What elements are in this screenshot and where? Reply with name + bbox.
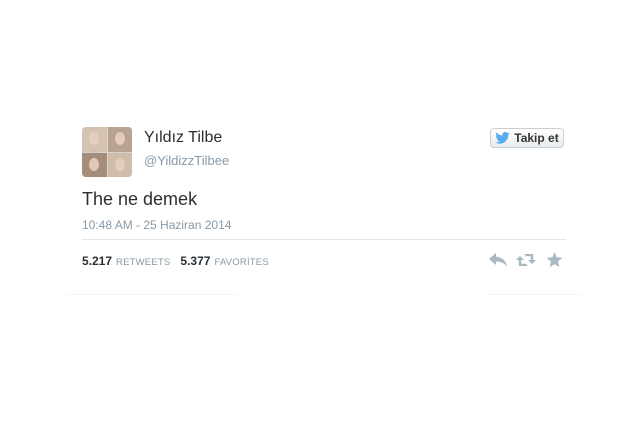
- avatar-photo-tile: [107, 152, 132, 177]
- tweet-text: The ne demek: [82, 189, 198, 209]
- favorite-count[interactable]: 5.377: [180, 254, 210, 268]
- tweet-stats: 5.217 RETWEETS 5.377 FAVORİTES: [82, 254, 279, 268]
- divider: [82, 239, 566, 240]
- faint-line: [488, 294, 580, 295]
- retweet-label[interactable]: RETWEETS: [116, 257, 170, 268]
- avatar-photo-tile: [107, 127, 132, 152]
- avatar-photo-tile: [82, 127, 107, 152]
- reply-button[interactable]: [488, 250, 508, 270]
- retweet-button[interactable]: [516, 250, 536, 270]
- favorite-button[interactable]: [544, 250, 564, 270]
- avatar[interactable]: [82, 127, 132, 177]
- display-name[interactable]: Yıldız Tilbe: [144, 129, 222, 147]
- tweet-timestamp[interactable]: 10:48 AM - 25 Haziran 2014: [82, 218, 231, 232]
- user-handle[interactable]: @YildizzTilbee: [144, 153, 229, 168]
- twitter-bird-icon: [495, 132, 510, 144]
- tweet-actions: [488, 250, 564, 270]
- retweet-icon: [516, 254, 536, 266]
- star-icon: [546, 252, 562, 268]
- favorite-label[interactable]: FAVORİTES: [214, 257, 268, 268]
- follow-button[interactable]: Takip et: [490, 128, 564, 148]
- retweet-count[interactable]: 5.217: [82, 254, 112, 268]
- faint-line: [68, 294, 238, 295]
- reply-icon: [489, 253, 507, 267]
- follow-button-label: Takip et: [514, 131, 559, 145]
- avatar-photo-tile: [82, 152, 107, 177]
